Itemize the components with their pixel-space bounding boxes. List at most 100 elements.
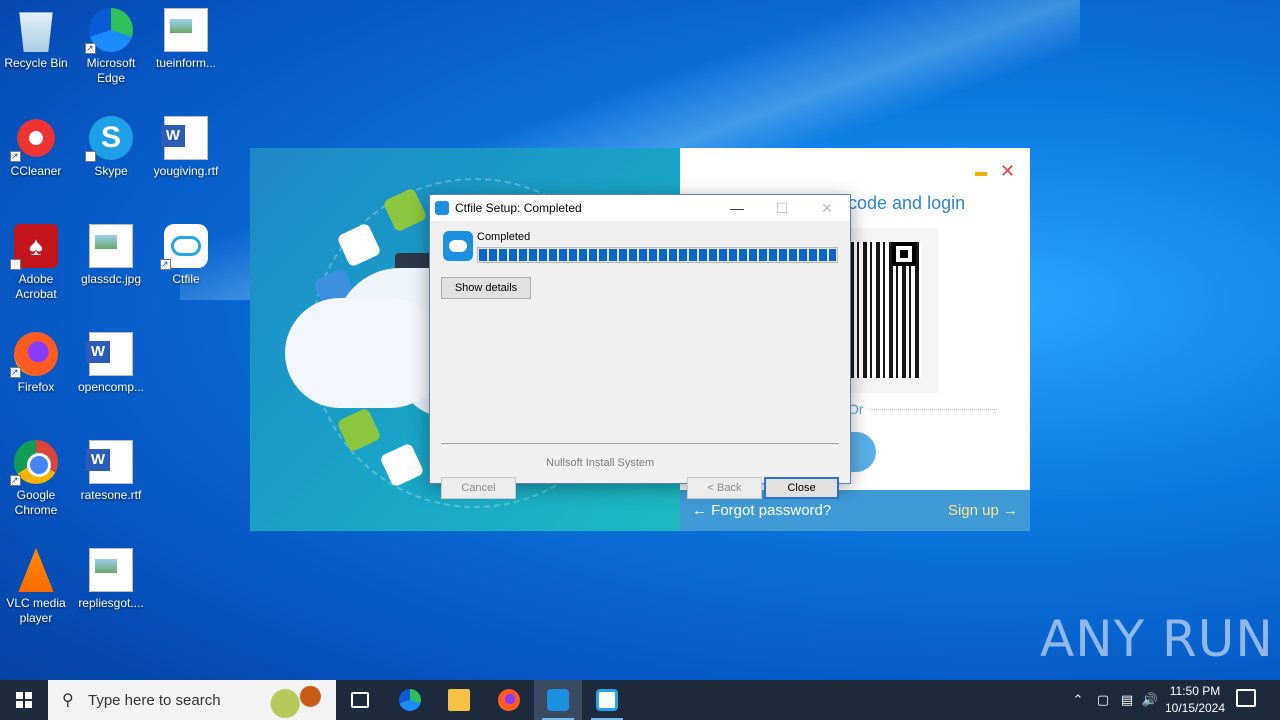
dialog-close-icon[interactable]: ✕ — [812, 197, 842, 219]
taskbar-file-explorer[interactable] — [435, 680, 483, 720]
firefox-icon — [10, 332, 58, 380]
desktop-icon-acrobat[interactable]: ♠ Adobe Acrobat — [0, 224, 72, 302]
desktop-icon-chrome[interactable]: Google Chrome — [0, 440, 72, 518]
minimize-icon[interactable] — [975, 172, 987, 176]
dialog-title: Ctfile Setup: Completed — [455, 201, 582, 215]
edge-icon — [399, 689, 421, 711]
desktop-icon-label: Skype — [94, 164, 128, 178]
desktop-icon-label: Microsoft Edge — [86, 56, 136, 85]
desktop-icon-skype[interactable]: S Skype — [75, 116, 147, 193]
close-icon[interactable]: ✕ — [1000, 161, 1015, 182]
maximize-button[interactable]: ☐ — [767, 197, 797, 219]
ctfile-app-icon — [435, 201, 449, 215]
desktop-icon-label: glassdc.jpg — [80, 272, 142, 286]
desktop-icon-edge[interactable]: Microsoft Edge — [75, 8, 147, 86]
show-hidden-icons-button[interactable]: ⌃ — [1068, 680, 1088, 720]
device-tray-icon[interactable]: ▢ — [1093, 680, 1113, 720]
dialog-titlebar[interactable]: Ctfile Setup: Completed — ☐ ✕ — [430, 195, 850, 221]
notifications-icon[interactable] — [1236, 689, 1256, 707]
edge-icon — [85, 8, 133, 56]
desktop-icon-label: opencomp... — [77, 380, 145, 394]
desktop-icon-label: Recycle Bin — [4, 56, 68, 70]
windows-logo-icon — [16, 692, 32, 708]
image-file-icon — [89, 224, 133, 268]
ctfile-setup-icon — [547, 689, 569, 711]
setup-dialog: Ctfile Setup: Completed — ☐ ✕ Completed … — [429, 194, 851, 499]
network-icon[interactable]: ▤ — [1117, 680, 1137, 720]
desktop-icon-label: Adobe Acrobat — [15, 272, 57, 301]
minimize-button[interactable]: — — [722, 197, 752, 219]
sign-up-link[interactable]: Sign up → — [948, 502, 1018, 519]
desktop-icon-firefox[interactable]: Firefox — [0, 332, 72, 395]
chrome-icon — [10, 440, 58, 488]
taskbar-ctfile-setup[interactable] — [534, 680, 582, 720]
forgot-password-label: Forgot password? — [711, 502, 832, 519]
start-button[interactable] — [0, 680, 48, 720]
back-button[interactable]: < Back — [687, 477, 762, 499]
desktop-icon-ratesone[interactable]: W ratesone.rtf — [75, 440, 147, 503]
or-divider — [870, 409, 995, 410]
folder-icon — [448, 689, 470, 711]
desktop-icon-tueinform[interactable]: tueinform... — [150, 8, 222, 71]
dialog-separator — [441, 443, 839, 444]
taskbar: ⚲ Type here to search ⌃ ▢ ▤ 🔊 11:50 PM 1… — [0, 680, 1280, 720]
desktop-icon-label: Google Chrome — [14, 488, 58, 517]
taskbar-edge[interactable] — [386, 680, 434, 720]
desktop-icon-ccleaner[interactable]: CCleaner — [0, 116, 72, 179]
word-document-icon: W — [161, 116, 208, 160]
recycle-bin-icon — [19, 12, 53, 52]
progress-fill — [479, 249, 836, 261]
desktop-icon-label: VLC media player — [6, 596, 66, 625]
desktop-icon-opencomp[interactable]: W opencomp... — [75, 332, 147, 395]
desktop-icon-label: repliesgot.... — [78, 596, 144, 610]
desktop-icon-yougiving[interactable]: W yougiving.rtf — [150, 116, 222, 179]
task-view-button[interactable] — [336, 680, 384, 720]
acrobat-icon: ♠ — [10, 224, 58, 301]
anyrun-watermark: ANY RUN — [1040, 610, 1274, 668]
qr-code — [840, 228, 938, 393]
desktop-icon-label: tueinform... — [155, 56, 217, 70]
desktop-icon-label: Firefox — [17, 380, 55, 394]
desktop-icon-recycle-bin[interactable]: Recycle Bin — [0, 8, 72, 71]
image-file-icon — [89, 548, 133, 592]
login-title: code and login — [848, 193, 966, 213]
word-document-icon: W — [86, 440, 133, 484]
system-clock[interactable]: 11:50 PM 10/15/2024 — [1160, 683, 1230, 717]
volume-icon[interactable]: 🔊 — [1140, 680, 1160, 720]
desktop-icon-ctfile[interactable]: Ctfile — [150, 224, 222, 287]
install-status: Completed — [477, 231, 531, 243]
desktop-icon-label: Ctfile — [172, 272, 200, 286]
close-button[interactable]: Close — [764, 477, 839, 499]
ctfile-icon — [596, 689, 618, 711]
desktop-icon-label: CCleaner — [10, 164, 62, 178]
ccleaner-icon — [10, 116, 58, 164]
taskbar-ctfile[interactable] — [583, 680, 631, 720]
firefox-icon — [498, 689, 520, 711]
sign-up-label: Sign up — [947, 502, 999, 519]
search-placeholder: Type here to search — [88, 692, 221, 709]
ctfile-cloud-icon — [443, 231, 473, 261]
cloud-illustration — [285, 298, 445, 408]
desktop-icon-label: yougiving.rtf — [153, 164, 219, 178]
dialog-body: Completed Show details Cancel Nullsoft I… — [430, 221, 850, 499]
qr-finder-mark — [892, 242, 916, 266]
clock-date: 10/15/2024 — [1164, 701, 1226, 715]
desktop-icon-label: ratesone.rtf — [80, 488, 142, 502]
desktop-icon-repliesgot[interactable]: repliesgot.... — [75, 548, 147, 611]
search-highlight-illustration — [260, 682, 332, 718]
install-progress-bar — [477, 247, 838, 263]
taskbar-search[interactable]: ⚲ Type here to search — [48, 680, 336, 720]
task-view-icon — [351, 692, 369, 708]
chevron-up-icon: ⌃ — [1072, 692, 1084, 707]
word-document-icon: W — [86, 332, 133, 376]
vlc-icon — [18, 548, 54, 592]
desktop-icon-glassdc[interactable]: glassdc.jpg — [75, 224, 147, 287]
desktop-icon-vlc[interactable]: VLC media player — [0, 548, 72, 626]
taskbar-firefox[interactable] — [485, 680, 533, 720]
cancel-button[interactable]: Cancel — [441, 477, 516, 499]
ctfile-icon — [160, 224, 208, 272]
nsis-branding: Nullsoft Install System — [546, 457, 655, 469]
show-details-button[interactable]: Show details — [441, 277, 531, 299]
forgot-password-link[interactable]: ← Forgot password? — [692, 502, 831, 519]
search-icon: ⚲ — [62, 692, 74, 709]
